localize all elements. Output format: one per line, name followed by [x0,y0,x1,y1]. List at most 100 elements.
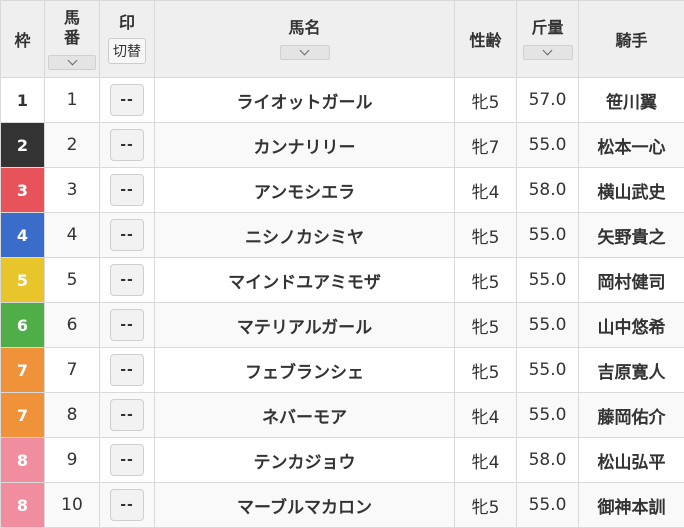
table-row: 5 5 -- マインドユアミモザ 牝5 55.0 岡村健司 [0,257,684,303]
horse-name-link[interactable]: カンナリリー [154,122,455,168]
jockey-name-link[interactable]: 松本一心 [578,122,684,168]
mark-button[interactable]: -- [110,309,144,341]
jockey-name-link[interactable]: 岡村健司 [578,257,684,303]
horse-name-link[interactable]: フェブランシェ [154,347,455,393]
mark-button[interactable]: -- [110,264,144,296]
carried-weight: 55.0 [516,212,579,258]
sex-age: 牝4 [454,437,517,483]
frame-number: 5 [0,257,45,303]
jockey-name-link[interactable]: 松山弘平 [578,437,684,483]
sex-age: 牝5 [454,77,517,123]
sex-age: 牝5 [454,482,517,528]
table-row: 7 7 -- フェブランシェ 牝5 55.0 吉原寛人 [0,347,684,393]
horse-sort-button[interactable] [279,44,330,60]
horse-number: 2 [44,122,100,168]
sex-age: 牝5 [454,212,517,258]
sex-age: 牝5 [454,347,517,393]
horse-number: 10 [44,482,100,528]
sex-age: 牝4 [454,167,517,213]
horse-number: 7 [44,347,100,393]
mark-cell: -- [99,437,155,483]
weight-sort-button[interactable] [522,44,573,60]
mark-cell: -- [99,347,155,393]
carried-weight: 55.0 [516,392,579,438]
mark-cell: -- [99,257,155,303]
header-mark-stack: 印 切替 [100,14,154,64]
table-row: 7 8 -- ネバーモア 牝4 55.0 藤岡佑介 [0,392,684,438]
mark-cell: -- [99,482,155,528]
jockey-name-link[interactable]: 藤岡佑介 [578,392,684,438]
mark-cell: -- [99,302,155,348]
horse-name-link[interactable]: アンモシエラ [154,167,455,213]
horse-name-link[interactable]: マーブルマカロン [154,482,455,528]
horse-name-link[interactable]: ライオットガール [154,77,455,123]
header-horse-stack: 馬名 [155,17,454,60]
mark-cell: -- [99,212,155,258]
sex-age: 牝4 [454,392,517,438]
mark-button[interactable]: -- [110,354,144,386]
table-row: 6 6 -- マテリアルガール 牝5 55.0 山中悠希 [0,302,684,348]
carried-weight: 55.0 [516,302,579,348]
table-header-row: 枠 馬 番 印 切替 馬名 性齢 斤量 騎手 [0,0,684,78]
header-weight: 斤量 [516,0,579,78]
header-waku-label: 枠 [14,31,31,50]
frame-number: 2 [0,122,45,168]
mark-button[interactable]: -- [110,219,144,251]
header-horse-label: 馬名 [288,17,321,37]
carried-weight: 57.0 [516,77,579,123]
table-row: 2 2 -- カンナリリー 牝7 55.0 松本一心 [0,122,684,168]
horse-name-link[interactable]: マインドユアミモザ [154,257,455,303]
carried-weight: 58.0 [516,167,579,213]
header-umaban-bottom: 番 [63,27,80,47]
mark-button[interactable]: -- [110,84,144,116]
horse-number: 9 [44,437,100,483]
horse-number: 8 [44,392,100,438]
mark-button[interactable]: -- [110,444,144,476]
mark-button[interactable]: -- [110,399,144,431]
jockey-name-link[interactable]: 笹川翼 [578,77,684,123]
mark-cell: -- [99,77,155,123]
horse-name-link[interactable]: ニシノカシミヤ [154,212,455,258]
carried-weight: 55.0 [516,482,579,528]
jockey-name-link[interactable]: 吉原寛人 [578,347,684,393]
sex-age: 牝5 [454,257,517,303]
frame-number: 8 [0,437,45,483]
table-row: 4 4 -- ニシノカシミヤ 牝5 55.0 矢野貴之 [0,212,684,258]
frame-number: 3 [0,167,45,213]
mark-cell: -- [99,167,155,213]
horse-name-link[interactable]: テンカジョウ [154,437,455,483]
mark-switch-button[interactable]: 切替 [108,38,146,64]
umaban-sort-button[interactable] [48,54,96,70]
horse-name-link[interactable]: マテリアルガール [154,302,455,348]
header-horse: 馬名 [154,0,455,78]
mark-button[interactable]: -- [110,489,144,521]
header-mark: 印 切替 [99,0,155,78]
jockey-name-link[interactable]: 御神本訓 [578,482,684,528]
mark-cell: -- [99,122,155,168]
horse-number: 3 [44,167,100,213]
header-umaban-top: 馬 [63,7,80,27]
carried-weight: 55.0 [516,257,579,303]
mark-button[interactable]: -- [110,129,144,161]
table-row: 8 9 -- テンカジョウ 牝4 58.0 松山弘平 [0,437,684,483]
jockey-name-link[interactable]: 山中悠希 [578,302,684,348]
frame-number: 1 [0,77,45,123]
carried-weight: 58.0 [516,437,579,483]
jockey-name-link[interactable]: 横山武史 [578,167,684,213]
header-jockey: 騎手 [578,0,684,78]
sex-age: 牝7 [454,122,517,168]
header-umaban: 馬 番 [44,0,100,78]
table-row: 1 1 -- ライオットガール 牝5 57.0 笹川翼 [0,77,684,123]
sex-age: 牝5 [454,302,517,348]
jockey-name-link[interactable]: 矢野貴之 [578,212,684,258]
mark-button[interactable]: -- [110,174,144,206]
header-waku: 枠 [0,0,45,78]
table-body: 1 1 -- ライオットガール 牝5 57.0 笹川翼 2 2 -- カンナリリー 牝7 55.0 松本一… [0,77,684,528]
mark-cell: -- [99,392,155,438]
horse-number: 5 [44,257,100,303]
horse-name-link[interactable]: ネバーモア [154,392,455,438]
horse-number: 4 [44,212,100,258]
header-umaban-stack: 馬 番 [45,7,99,70]
chevron-down-icon [67,55,77,65]
horse-number: 1 [44,77,100,123]
